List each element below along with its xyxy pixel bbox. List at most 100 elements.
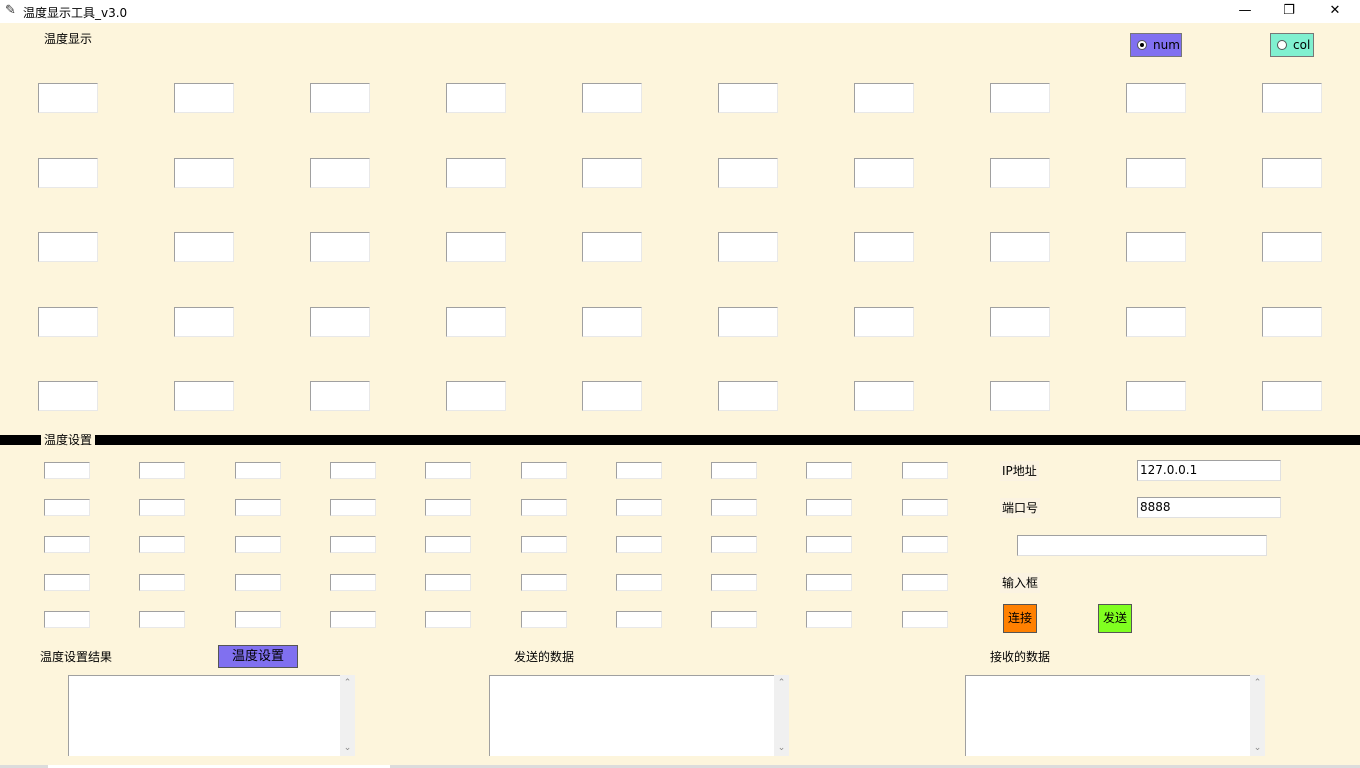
temperature-display-cell[interactable] bbox=[174, 83, 234, 113]
temperature-display-cell[interactable] bbox=[174, 381, 234, 411]
temperature-setting-cell[interactable] bbox=[806, 462, 853, 479]
result-scrollbar[interactable]: ⌃ ⌄ bbox=[340, 675, 355, 756]
temperature-display-cell[interactable] bbox=[174, 157, 234, 188]
minimize-button[interactable]: — bbox=[1222, 0, 1268, 23]
restore-button[interactable]: ❐ bbox=[1266, 0, 1312, 23]
scroll-down-icon[interactable]: ⌄ bbox=[340, 741, 355, 755]
temperature-display-cell[interactable] bbox=[310, 232, 370, 262]
temperature-display-cell[interactable] bbox=[718, 157, 778, 188]
temperature-display-cell[interactable] bbox=[1126, 381, 1186, 411]
temperature-setting-cell[interactable] bbox=[139, 499, 186, 517]
temperature-setting-cell[interactable] bbox=[615, 610, 662, 628]
temperature-setting-cell[interactable] bbox=[425, 536, 472, 554]
temperature-setting-cell[interactable] bbox=[806, 499, 853, 517]
temperature-setting-cell[interactable] bbox=[44, 573, 90, 591]
temperature-display-cell[interactable] bbox=[582, 306, 642, 337]
temperature-display-cell[interactable] bbox=[38, 306, 98, 337]
temperature-display-cell[interactable] bbox=[310, 157, 370, 188]
temperature-setting-cell[interactable] bbox=[234, 573, 281, 591]
temperature-setting-cell[interactable] bbox=[425, 573, 472, 591]
temperature-setting-cell[interactable] bbox=[44, 499, 90, 517]
temperature-display-cell[interactable] bbox=[446, 232, 506, 262]
temperature-display-cell[interactable] bbox=[718, 306, 778, 337]
temperature-setting-cell[interactable] bbox=[329, 499, 376, 517]
temperature-setting-cell[interactable] bbox=[520, 536, 567, 554]
temperature-setting-cell[interactable] bbox=[806, 610, 853, 628]
temperature-setting-cell[interactable] bbox=[329, 536, 376, 554]
temperature-setting-cell[interactable] bbox=[520, 462, 567, 479]
temperature-setting-cell[interactable] bbox=[711, 573, 758, 591]
temperature-display-cell[interactable] bbox=[582, 232, 642, 262]
temperature-display-cell[interactable] bbox=[1262, 232, 1322, 262]
temperature-display-cell[interactable] bbox=[310, 83, 370, 113]
temperature-display-cell[interactable] bbox=[990, 306, 1050, 337]
temperature-display-cell[interactable] bbox=[582, 157, 642, 188]
temperature-display-cell[interactable] bbox=[582, 83, 642, 113]
sent-data-textarea[interactable] bbox=[489, 675, 775, 756]
temperature-setting-cell[interactable] bbox=[44, 462, 90, 479]
temperature-setting-cell[interactable] bbox=[44, 536, 90, 554]
temperature-display-cell[interactable] bbox=[446, 83, 506, 113]
scroll-up-icon[interactable]: ⌃ bbox=[774, 676, 789, 690]
scroll-down-icon[interactable]: ⌄ bbox=[774, 741, 789, 755]
temperature-setting-cell[interactable] bbox=[329, 462, 376, 479]
temperature-display-cell[interactable] bbox=[718, 232, 778, 262]
temperature-setting-cell[interactable] bbox=[711, 462, 758, 479]
temperature-display-cell[interactable] bbox=[38, 83, 98, 113]
temperature-setting-cell[interactable] bbox=[139, 610, 186, 628]
temperature-display-cell[interactable] bbox=[718, 83, 778, 113]
temperature-display-cell[interactable] bbox=[990, 83, 1050, 113]
temperature-setting-cell[interactable] bbox=[711, 499, 758, 517]
scroll-up-icon[interactable]: ⌃ bbox=[1250, 676, 1265, 690]
temperature-display-cell[interactable] bbox=[1126, 232, 1186, 262]
temperature-setting-cell[interactable] bbox=[520, 499, 567, 517]
temperature-display-cell[interactable] bbox=[990, 381, 1050, 411]
temperature-setting-cell[interactable] bbox=[615, 462, 662, 479]
temperature-setting-cell[interactable] bbox=[901, 610, 948, 628]
temperature-display-cell[interactable] bbox=[38, 381, 98, 411]
temperature-setting-cell[interactable] bbox=[425, 499, 472, 517]
temperature-setting-cell[interactable] bbox=[234, 462, 281, 479]
temperature-setting-cell[interactable] bbox=[139, 536, 186, 554]
temperature-setting-cell[interactable] bbox=[139, 462, 186, 479]
ip-input[interactable]: 127.0.0.1 bbox=[1137, 460, 1281, 481]
temperature-setting-cell[interactable] bbox=[520, 573, 567, 591]
connect-button[interactable]: 连接 bbox=[1003, 604, 1037, 633]
num-radio-button[interactable]: num bbox=[1130, 33, 1182, 57]
temperature-setting-cell[interactable] bbox=[234, 610, 281, 628]
temperature-setting-cell[interactable] bbox=[901, 573, 948, 591]
temperature-display-cell[interactable] bbox=[38, 157, 98, 188]
result-textarea[interactable] bbox=[68, 675, 340, 756]
temperature-display-cell[interactable] bbox=[854, 83, 914, 113]
temperature-setting-cell[interactable] bbox=[329, 573, 376, 591]
temperature-display-cell[interactable] bbox=[854, 306, 914, 337]
temperature-setting-cell[interactable] bbox=[615, 536, 662, 554]
temperature-setting-cell[interactable] bbox=[615, 573, 662, 591]
temperature-setting-cell[interactable] bbox=[329, 610, 376, 628]
temperature-display-cell[interactable] bbox=[1126, 306, 1186, 337]
temperature-display-cell[interactable] bbox=[854, 232, 914, 262]
temperature-display-cell[interactable] bbox=[854, 381, 914, 411]
temperature-display-cell[interactable] bbox=[174, 232, 234, 262]
received-scrollbar[interactable]: ⌃ ⌄ bbox=[1250, 675, 1265, 756]
temperature-display-cell[interactable] bbox=[1126, 83, 1186, 113]
temperature-display-cell[interactable] bbox=[1262, 157, 1322, 188]
received-data-textarea[interactable] bbox=[965, 675, 1251, 756]
sent-scrollbar[interactable]: ⌃ ⌄ bbox=[774, 675, 789, 756]
scroll-up-icon[interactable]: ⌃ bbox=[340, 676, 355, 690]
close-button[interactable]: ✕ bbox=[1312, 0, 1358, 23]
send-button[interactable]: 发送 bbox=[1098, 604, 1132, 633]
temperature-setting-cell[interactable] bbox=[425, 610, 472, 628]
temperature-setting-cell[interactable] bbox=[901, 462, 948, 479]
temperature-display-cell[interactable] bbox=[990, 157, 1050, 188]
temperature-setting-cell[interactable] bbox=[44, 610, 90, 628]
temperature-setting-cell[interactable] bbox=[139, 573, 186, 591]
temperature-setting-cell[interactable] bbox=[615, 499, 662, 517]
temperature-setting-cell[interactable] bbox=[234, 499, 281, 517]
temperature-display-cell[interactable] bbox=[582, 381, 642, 411]
temperature-display-cell[interactable] bbox=[446, 381, 506, 411]
temperature-setting-cell[interactable] bbox=[901, 499, 948, 517]
temperature-display-cell[interactable] bbox=[1262, 381, 1322, 411]
temperature-display-cell[interactable] bbox=[990, 232, 1050, 262]
temperature-setting-cell[interactable] bbox=[711, 536, 758, 554]
